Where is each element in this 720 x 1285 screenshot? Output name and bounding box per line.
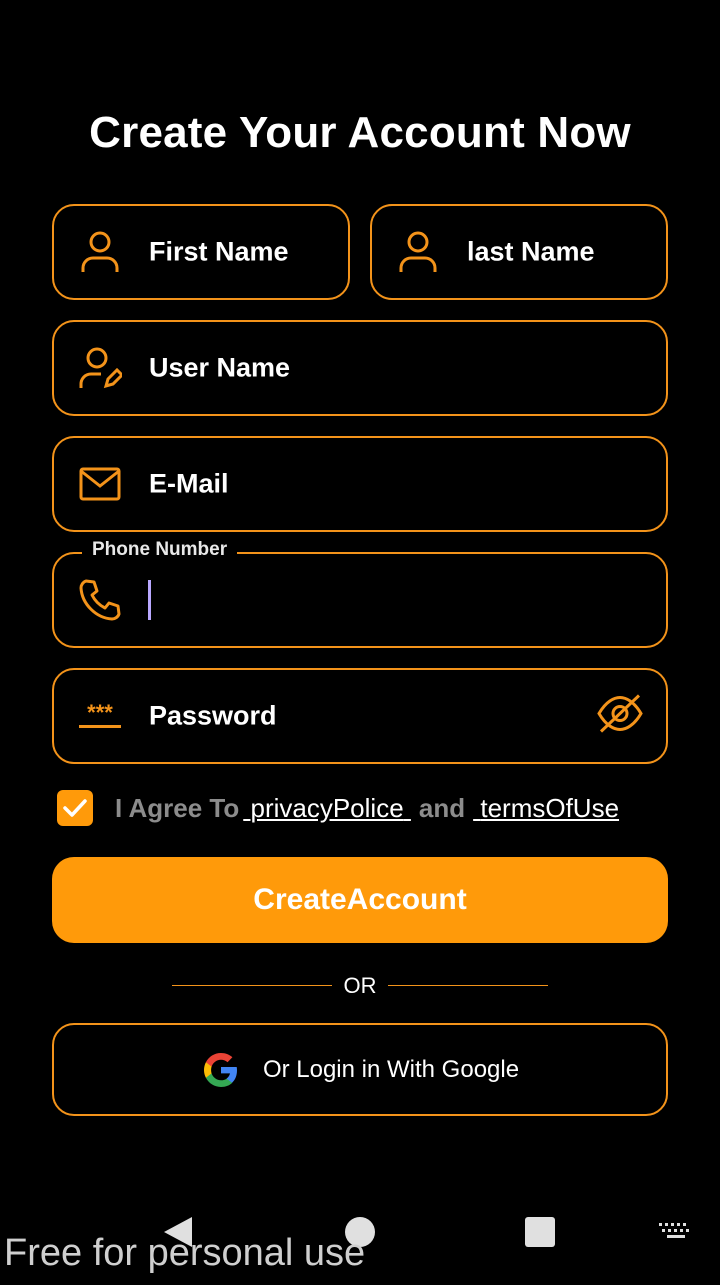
or-divider: OR xyxy=(172,970,548,1002)
page-title: Create Your Account Now xyxy=(89,108,631,157)
recents-icon[interactable] xyxy=(525,1217,555,1247)
first-name-field[interactable]: First Name xyxy=(52,204,350,300)
terms-agreement: I Agree To privacyPolice and termsOfUse xyxy=(57,789,619,827)
agree-checkbox[interactable] xyxy=(57,790,93,826)
password-field[interactable]: *** Password xyxy=(52,668,668,764)
first-name-placeholder: First Name xyxy=(149,236,289,267)
phone-number-label: Phone Number xyxy=(82,539,238,561)
keyboard-icon[interactable] xyxy=(659,1223,689,1238)
agree-prefix: I Agree To xyxy=(115,792,240,823)
password-placeholder: Password xyxy=(149,700,277,731)
agree-conjunction: and xyxy=(418,792,466,823)
user-name-field[interactable]: User Name xyxy=(52,320,668,416)
email-field[interactable]: E-Mail xyxy=(52,436,668,532)
watermark: Free for personal use xyxy=(4,1232,366,1274)
terms-of-use-text: termsOfUse xyxy=(480,792,620,823)
password-mask-glyph: *** xyxy=(87,699,113,725)
mail-icon xyxy=(78,462,122,506)
divider-line-right xyxy=(388,985,548,986)
person-icon xyxy=(78,230,122,274)
phone-number-field[interactable]: Phone Number xyxy=(52,539,668,648)
google-login-label: Or Login in With Google xyxy=(262,1055,520,1083)
terms-of-use-link[interactable]: termsOfUse xyxy=(473,793,619,824)
last-name-placeholder: last Name xyxy=(467,236,595,267)
email-placeholder: E-Mail xyxy=(149,468,229,499)
visibility-off-icon[interactable] xyxy=(596,692,644,741)
privacy-policy-text: privacyPolice xyxy=(250,792,404,823)
person-icon xyxy=(396,230,440,274)
check-icon xyxy=(63,799,87,817)
google-icon xyxy=(203,1052,237,1087)
privacy-policy-link[interactable]: privacyPolice xyxy=(243,793,411,824)
person-edit-icon xyxy=(78,346,122,390)
or-text: OR xyxy=(343,973,377,998)
last-name-field[interactable]: last Name xyxy=(370,204,668,300)
password-icon: *** xyxy=(78,694,122,738)
google-login-button[interactable]: Or Login in With Google xyxy=(52,1023,668,1116)
phone-icon xyxy=(78,578,122,622)
create-account-button[interactable]: CreateAccount xyxy=(52,857,668,943)
user-name-placeholder: User Name xyxy=(149,352,291,383)
text-cursor xyxy=(148,580,151,620)
